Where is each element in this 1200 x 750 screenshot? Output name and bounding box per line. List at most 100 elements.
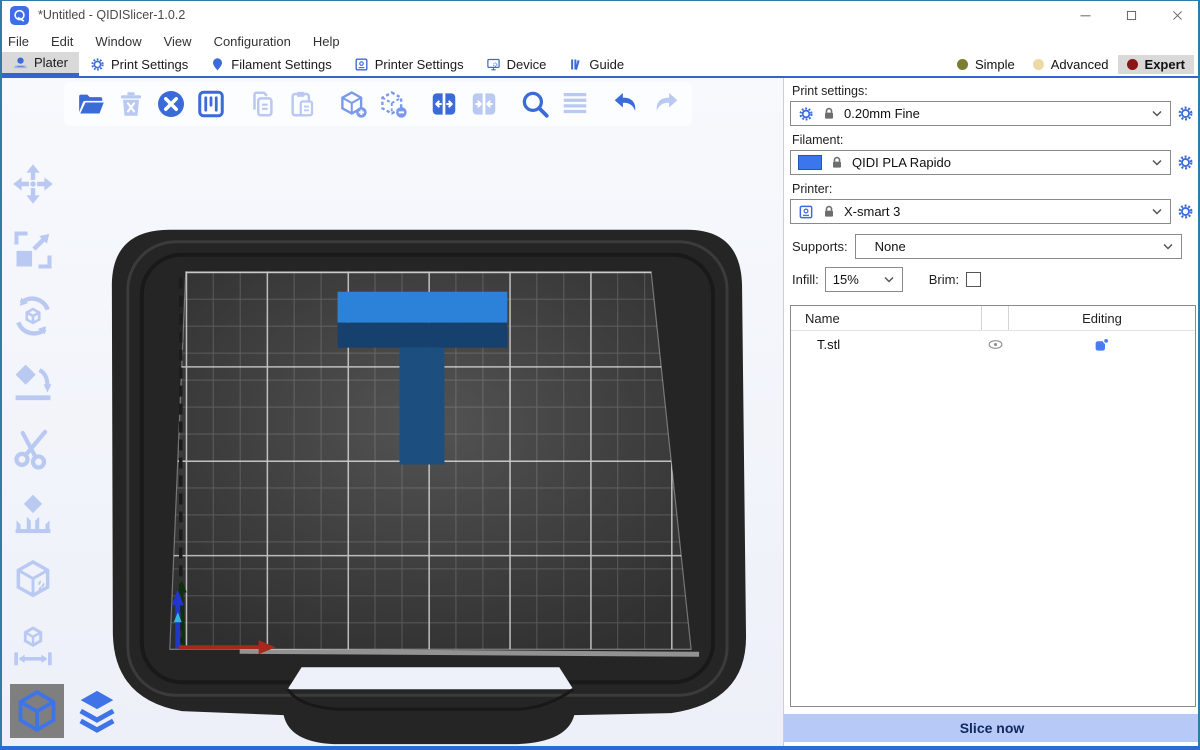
- rotate-tool-button[interactable]: [9, 292, 57, 340]
- guide-icon: [568, 57, 583, 72]
- copy-button[interactable]: [244, 87, 279, 122]
- copy-icon: [247, 89, 277, 119]
- tab-label: Plater: [34, 55, 68, 70]
- 3d-editor-view-button[interactable]: [10, 684, 64, 738]
- remove-instance-button[interactable]: [375, 87, 410, 122]
- print-preset-value: 0.20mm Fine: [844, 106, 920, 121]
- lock-icon: [821, 204, 837, 220]
- redo-button[interactable]: [648, 87, 683, 122]
- window-title: *Untitled - QIDISlicer-1.0.2: [38, 8, 185, 22]
- seam-painting-icon: [11, 558, 55, 602]
- seam-painting-tool-button[interactable]: [9, 556, 57, 604]
- mode-simple[interactable]: Simple: [948, 55, 1024, 74]
- filament-combo[interactable]: QIDI PLA Rapido: [790, 150, 1171, 175]
- search-button[interactable]: [517, 87, 552, 122]
- tab-guide[interactable]: Guide: [557, 52, 635, 76]
- tab-plater[interactable]: Plater: [2, 52, 79, 76]
- delete-button[interactable]: [113, 87, 148, 122]
- rotate-icon: [11, 294, 55, 338]
- menu-view[interactable]: View: [164, 32, 203, 51]
- view-mode-buttons: [10, 684, 124, 738]
- tab-print-settings[interactable]: Print Settings: [79, 52, 199, 76]
- menu-help[interactable]: Help: [313, 32, 351, 51]
- paint-supports-tool-button[interactable]: [9, 490, 57, 538]
- minimize-button[interactable]: [1062, 0, 1108, 30]
- cut-tool-button[interactable]: [9, 424, 57, 472]
- filament-label: Filament:: [792, 133, 1196, 147]
- model-top-face: [338, 292, 508, 323]
- printer-combo[interactable]: X-smart 3: [790, 199, 1171, 224]
- maximize-button[interactable]: [1108, 0, 1154, 30]
- paste-button[interactable]: [284, 87, 319, 122]
- menu-file[interactable]: File: [8, 32, 40, 51]
- measure-tool-button[interactable]: [9, 622, 57, 670]
- tab-label: Print Settings: [111, 57, 188, 72]
- layers-view-icon: [74, 688, 120, 734]
- 3d-viewport[interactable]: [0, 78, 784, 746]
- delete-all-icon: [156, 89, 186, 119]
- scale-tool-button[interactable]: [9, 226, 57, 274]
- tab-bar: Plater Print Settings Filament Settings …: [0, 52, 1200, 76]
- add-instance-button[interactable]: [335, 87, 370, 122]
- mode-label: Expert: [1145, 57, 1185, 72]
- tab-filament-settings[interactable]: Filament Settings: [199, 52, 342, 76]
- filament-preset-value: QIDI PLA Rapido: [852, 155, 951, 170]
- expert-dot-icon: [1127, 59, 1138, 70]
- window-border-left: [0, 0, 2, 750]
- plater-toolbar: [64, 82, 692, 126]
- undo-button[interactable]: [608, 87, 643, 122]
- edit-object-button[interactable]: [1009, 336, 1195, 354]
- chevron-down-icon: [1151, 159, 1163, 167]
- delete-all-button[interactable]: [153, 87, 188, 122]
- toggle-visibility-button[interactable]: [981, 336, 1009, 353]
- variable-layer-height-button[interactable]: [557, 87, 592, 122]
- printer-label: Printer:: [792, 182, 1196, 196]
- mode-expert[interactable]: Expert: [1118, 55, 1194, 74]
- lock-icon: [829, 155, 845, 171]
- menu-window[interactable]: Window: [95, 32, 152, 51]
- split-parts-button[interactable]: [466, 87, 501, 122]
- close-button[interactable]: [1154, 0, 1200, 30]
- edit-print-settings-button[interactable]: [1177, 105, 1194, 122]
- visibility-column-header: [981, 306, 1009, 330]
- undo-icon: [611, 89, 641, 119]
- eye-icon: [987, 336, 1004, 353]
- menu-bar: File Edit Window View Configuration Help: [0, 30, 1200, 52]
- redo-icon: [651, 89, 681, 119]
- maximize-icon: [1124, 8, 1139, 23]
- brim-checkbox[interactable]: [966, 272, 981, 287]
- object-row[interactable]: T.stl: [791, 331, 1195, 358]
- arrange-button[interactable]: [193, 87, 228, 122]
- window-border-bottom: [0, 746, 1200, 750]
- remove-instance-icon: [378, 89, 408, 119]
- tab-printer-settings[interactable]: Printer Settings: [343, 52, 475, 76]
- mode-label: Advanced: [1051, 57, 1109, 72]
- mode-label: Simple: [975, 57, 1015, 72]
- tab-label: Printer Settings: [375, 57, 464, 72]
- print-settings-combo[interactable]: 0.20mm Fine: [790, 101, 1171, 126]
- gear-icon: [798, 106, 814, 122]
- window-controls: [1062, 0, 1200, 30]
- menu-configuration[interactable]: Configuration: [214, 32, 302, 51]
- mode-advanced[interactable]: Advanced: [1024, 55, 1118, 74]
- preview-layers-view-button[interactable]: [70, 684, 124, 738]
- open-project-button[interactable]: [73, 87, 108, 122]
- split-objects-icon: [429, 89, 459, 119]
- printer-preset-value: X-smart 3: [844, 204, 900, 219]
- editing-column-header: Editing: [1009, 306, 1195, 330]
- supports-combo[interactable]: None: [855, 234, 1182, 259]
- menu-edit[interactable]: Edit: [51, 32, 84, 51]
- slice-now-button[interactable]: Slice now: [784, 714, 1200, 742]
- split-parts-icon: [469, 89, 499, 119]
- place-on-face-tool-button[interactable]: [9, 358, 57, 406]
- qidislicer-window: *Untitled - QIDISlicer-1.0.2 File Edit W…: [0, 0, 1200, 750]
- split-objects-button[interactable]: [426, 87, 461, 122]
- move-tool-button[interactable]: [9, 160, 57, 208]
- chevron-down-icon: [1162, 243, 1174, 251]
- tab-device[interactable]: Device: [475, 52, 558, 76]
- edit-printer-settings-button[interactable]: [1177, 203, 1194, 220]
- edit-filament-settings-button[interactable]: [1177, 154, 1194, 171]
- gizmo-toolbar: [9, 160, 57, 670]
- infill-combo[interactable]: 15%: [825, 267, 903, 292]
- model-crossbar-front-face: [338, 323, 508, 348]
